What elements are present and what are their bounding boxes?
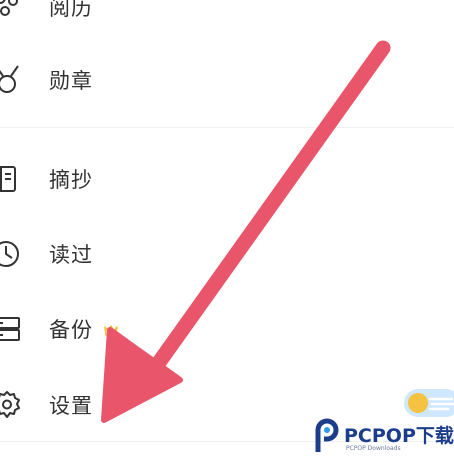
menu-item-label: 备份 [49,318,93,342]
clock-icon [0,234,24,274]
menu-item-experience[interactable]: 阅历 [0,0,300,27]
crown-icon [103,322,119,336]
menu-item-read[interactable]: 读过 [0,234,300,274]
server-icon [0,309,24,349]
bubbles-icon [0,0,24,27]
section-divider [0,127,454,128]
menu-item-medals[interactable]: 勋章 [0,60,300,100]
watermark: PCPOP下载 PCPOP Downloads [312,414,454,460]
watermark-subtitle: PCPOP Downloads [346,445,401,452]
medal-icon [0,60,24,100]
theme-toggle[interactable] [404,389,454,417]
gear-icon [0,385,24,425]
menu-item-label: 勋章 [49,69,93,93]
watermark-title: PCPOP下载 [344,425,454,447]
menu-item-label: 设置 [49,394,93,418]
menu-item-settings[interactable]: 设置 [0,385,300,425]
pcpop-logo-icon [315,418,339,452]
menu-item-label: 阅历 [49,0,93,20]
menu-item-label: 读过 [49,243,93,267]
menu-item-backup[interactable]: 备份 [0,309,300,349]
menu-item-excerpts[interactable]: 摘抄 [0,159,300,199]
notebook-icon [0,159,24,199]
menu-item-label: 摘抄 [49,168,93,192]
